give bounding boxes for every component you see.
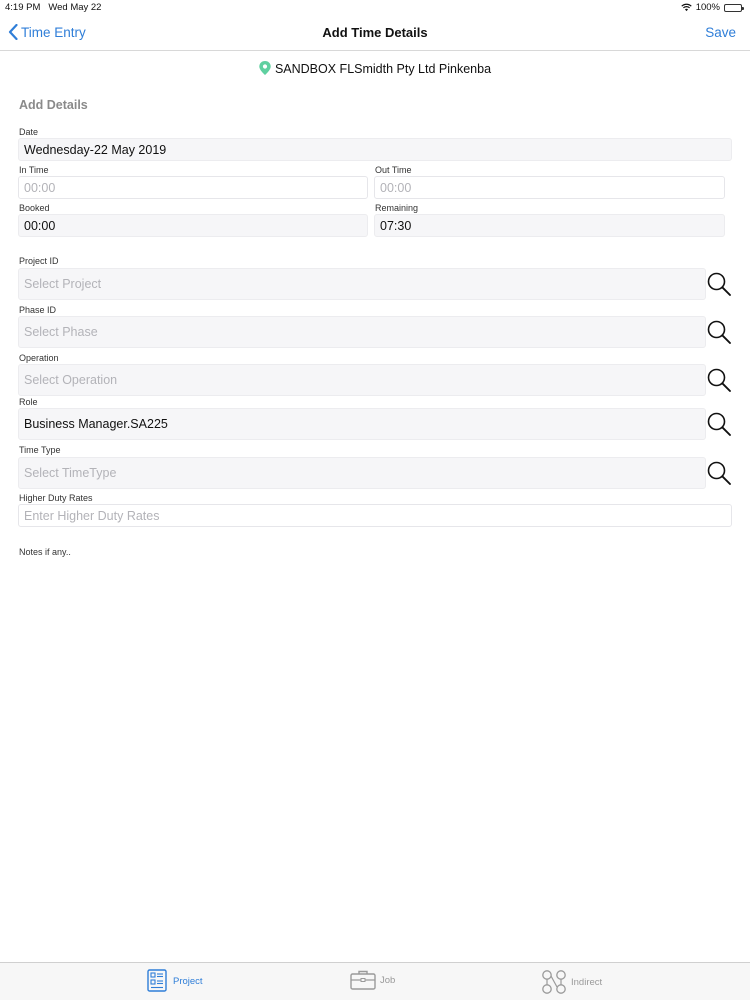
tab-indirect[interactable]: Indirect [541,969,602,995]
battery-icon [724,3,744,12]
status-time: 4:19 PM Wed May 22 [5,2,102,13]
back-button[interactable]: Time Entry [8,24,86,40]
date-field[interactable]: Wednesday-22 May 2019 [18,138,732,161]
in-time-field[interactable]: 00:00 [18,176,368,199]
booked-field: 00:00 [18,214,368,237]
phase-id-label: Phase ID [19,305,57,315]
phase-id-field[interactable]: Select Phase [18,316,706,348]
role-label: Role [19,397,38,407]
notes-field[interactable]: Notes if any.. [19,547,71,557]
status-right: 100% [681,2,744,13]
indirect-icon [542,970,566,994]
remaining-field: 07:30 [374,214,725,237]
operation-label: Operation [19,353,59,363]
phase-search-icon[interactable] [706,319,732,345]
back-label: Time Entry [21,24,86,40]
project-id-label: Project ID [19,256,59,266]
higher-duty-rates-field[interactable]: Enter Higher Duty Rates [18,504,732,527]
role-search-icon[interactable] [706,411,732,437]
project-id-field[interactable]: Select Project [18,268,706,300]
page-title: Add Time Details [322,25,428,40]
out-time-label: Out Time [375,165,412,175]
higher-duty-rates-label: Higher Duty Rates [19,493,93,503]
operation-search-icon[interactable] [706,367,732,393]
location-header: SANDBOX FLSmidth Pty Ltd Pinkenba [0,61,750,76]
out-time-field[interactable]: 00:00 [374,176,725,199]
tab-indirect-label: Indirect [571,976,603,988]
date-label: Date [19,127,39,137]
battery-percent: 100% [695,2,720,13]
project-icon [147,969,167,992]
time-type-search-icon[interactable] [706,460,732,486]
time-type-field[interactable]: Select TimeType [18,457,706,489]
tab-project[interactable]: Project [147,969,203,993]
project-search-icon[interactable] [706,271,732,297]
tab-bar: Project Job Indirect [0,962,750,1000]
operation-field[interactable]: Select Operation [18,364,706,396]
time-type-label: Time Type [19,445,61,455]
status-bar: 4:19 PM Wed May 22 100% [0,0,750,14]
tab-job-label: Job [380,974,396,986]
booked-label: Booked [19,203,50,213]
tab-job[interactable]: Job [350,969,395,991]
navigation-bar: Time Entry Add Time Details Save [0,14,750,51]
role-field[interactable]: Business Manager.SA225 [18,408,706,440]
briefcase-icon [350,970,376,990]
location-pin-icon [259,61,271,75]
section-title: Add Details [19,98,88,112]
in-time-label: In Time [19,165,49,175]
location-name: SANDBOX FLSmidth Pty Ltd Pinkenba [274,62,492,76]
remaining-label: Remaining [375,203,419,213]
tab-project-label: Project [173,975,203,987]
wifi-icon [681,3,692,12]
save-button[interactable]: Save [705,25,736,40]
chevron-left-icon [8,24,18,40]
